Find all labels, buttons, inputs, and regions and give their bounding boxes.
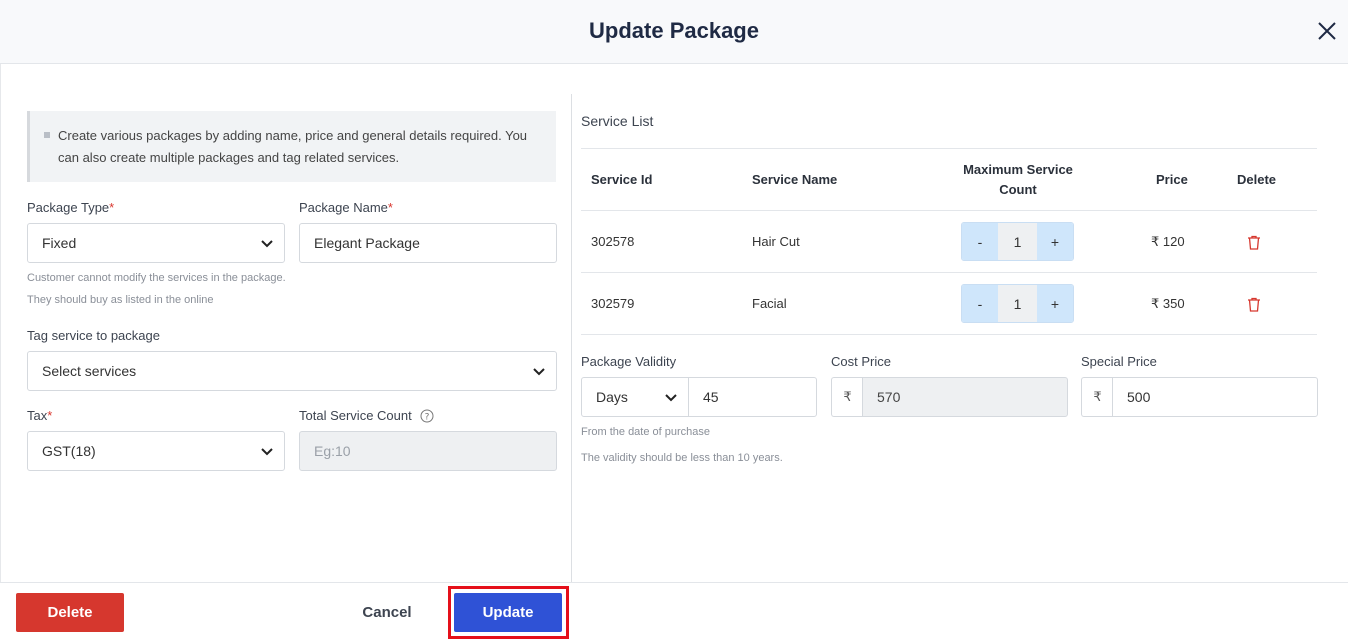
header-service-id: Service Id xyxy=(591,172,653,187)
package-type-hint-2: They should buy as listed in the online xyxy=(27,294,214,306)
service-table: Service Id Service Name Maximum Service … xyxy=(581,148,1317,335)
chevron-down-icon xyxy=(261,448,273,456)
validity-unit-value: Days xyxy=(596,389,628,405)
svg-text:?: ? xyxy=(424,412,429,422)
special-price-input[interactable]: 500 xyxy=(1112,377,1318,417)
package-type-select[interactable]: Fixed xyxy=(27,223,285,263)
quantity-value[interactable]: 1 xyxy=(998,223,1037,260)
help-icon[interactable]: ? xyxy=(420,409,434,423)
row-service-id: 302579 xyxy=(591,296,635,311)
increment-button[interactable]: + xyxy=(1037,223,1073,260)
modal-title: Update Package xyxy=(589,18,759,43)
special-currency-addon: ₹ xyxy=(1081,377,1113,417)
trash-icon[interactable] xyxy=(1247,235,1261,250)
validity-hint-1: From the date of purchase xyxy=(581,426,711,438)
row-service-name: Hair Cut xyxy=(752,234,800,249)
tax-label: Tax* xyxy=(27,408,53,423)
quantity-stepper: - 1 + xyxy=(961,284,1074,323)
package-type-label: Package Type* xyxy=(27,200,115,215)
modal-header: Update Package xyxy=(0,0,1348,64)
cancel-button[interactable]: Cancel xyxy=(340,593,434,632)
table-header: Service Id Service Name Maximum Service … xyxy=(581,149,1317,211)
cost-currency-addon: ₹ xyxy=(831,377,863,417)
package-type-value: Fixed xyxy=(42,235,77,251)
validity-unit-select[interactable]: Days xyxy=(581,377,689,417)
total-service-count-label: Total Service Count ? xyxy=(299,408,434,423)
tag-service-select[interactable]: Select services xyxy=(27,351,557,391)
quantity-value[interactable]: 1 xyxy=(998,285,1037,322)
close-icon[interactable] xyxy=(1312,16,1342,46)
cost-price-label: Cost Price xyxy=(831,354,891,369)
modal-footer: Delete Cancel Update xyxy=(0,582,1348,640)
delete-button[interactable]: Delete xyxy=(16,593,124,632)
info-text: Create various packages by adding name, … xyxy=(58,128,528,165)
header-max-count: Maximum Service Count xyxy=(963,161,1073,197)
validity-input[interactable]: 45 xyxy=(688,377,817,417)
package-name-input[interactable]: Elegant Package xyxy=(299,223,557,263)
cost-price-input[interactable]: 570 xyxy=(862,377,1068,417)
tag-service-label: Tag service to package xyxy=(27,328,160,343)
header-delete: Delete xyxy=(1237,172,1277,187)
validity-hint-2: The validity should be less than 10 year… xyxy=(581,452,783,464)
left-edge xyxy=(0,64,1,582)
chevron-down-icon xyxy=(261,240,273,248)
tag-service-value: Select services xyxy=(42,363,137,379)
update-button[interactable]: Update xyxy=(454,593,562,632)
tax-select[interactable]: GST(18) xyxy=(27,431,285,471)
table-row: 302578 Hair Cut - 1 + ₹ 120 xyxy=(581,211,1317,273)
info-box: Create various packages by adding name, … xyxy=(27,111,556,182)
total-service-count-input[interactable]: Eg:10 xyxy=(299,431,557,471)
bullet-icon xyxy=(44,132,50,138)
column-divider xyxy=(571,94,572,582)
package-validity-label: Package Validity xyxy=(581,354,677,369)
row-price: ₹ 120 xyxy=(1151,233,1185,249)
table-row: 302579 Facial - 1 + ₹ 350 xyxy=(581,273,1317,335)
decrement-button[interactable]: - xyxy=(962,285,998,322)
package-name-label: Package Name* xyxy=(299,200,393,215)
service-list-title: Service List xyxy=(581,113,654,129)
row-service-name: Facial xyxy=(752,296,787,311)
row-price: ₹ 350 xyxy=(1151,295,1185,311)
quantity-stepper: - 1 + xyxy=(961,222,1074,261)
special-price-label: Special Price xyxy=(1081,354,1157,369)
chevron-down-icon xyxy=(665,394,677,402)
row-service-id: 302578 xyxy=(591,234,635,249)
decrement-button[interactable]: - xyxy=(962,223,998,260)
trash-icon[interactable] xyxy=(1247,297,1261,312)
chevron-down-icon xyxy=(533,368,545,376)
tax-value: GST(18) xyxy=(42,443,96,459)
increment-button[interactable]: + xyxy=(1037,285,1073,322)
header-service-name: Service Name xyxy=(752,172,838,187)
header-price: Price xyxy=(1156,172,1188,187)
package-type-hint-1: Customer cannot modify the services in t… xyxy=(27,272,286,284)
